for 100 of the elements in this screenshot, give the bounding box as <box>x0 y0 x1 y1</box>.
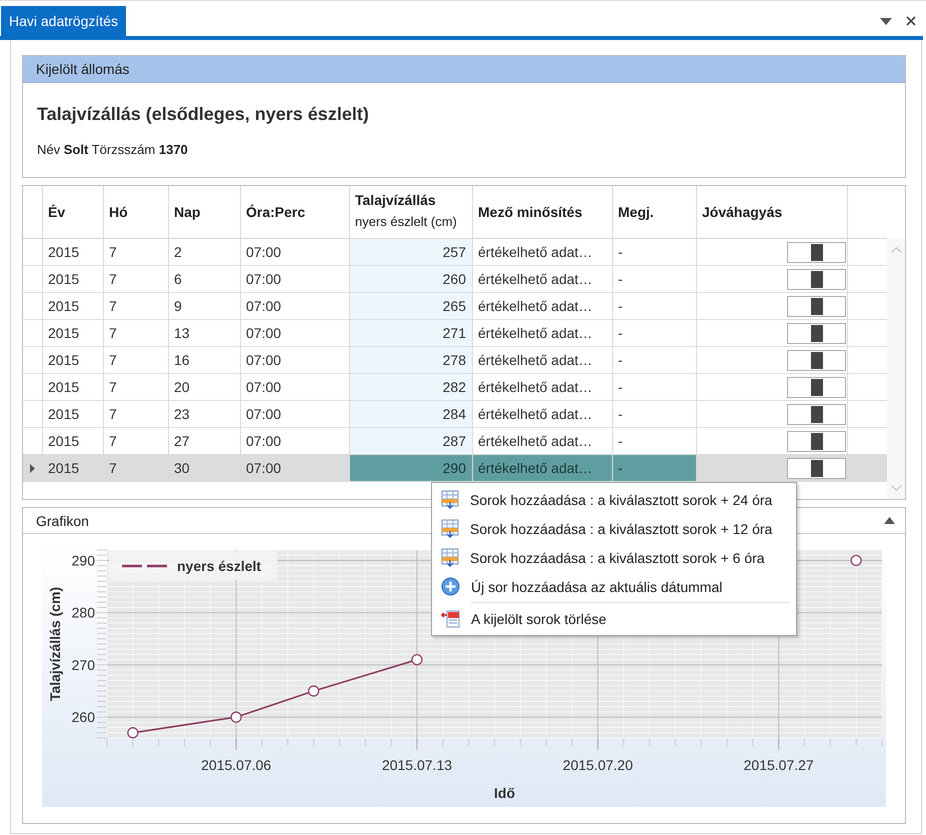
panel-title: Grafikon <box>36 512 89 528</box>
column-header[interactable]: Talajvízállás <box>355 192 467 208</box>
table-cell: 6 <box>169 266 241 292</box>
table-cell: 257 <box>350 239 473 265</box>
table-cell: értékelhető adat… <box>473 374 613 400</box>
y-tick-label: 280 <box>72 604 95 621</box>
approval-toggle[interactable] <box>787 404 846 424</box>
table-row[interactable]: 2015 7 30 07:00 290 értékelhető adat… - <box>23 455 887 482</box>
station-title: Talajvízállás (elsődleges, nyers észlelt) <box>37 104 370 125</box>
column-header[interactable]: Jóváhagyás <box>702 204 842 220</box>
table-cell: 290 <box>350 455 473 481</box>
table-row[interactable]: 2015 7 13 07:00 271 értékelhető adat… - <box>23 320 887 347</box>
station-info: Név Solt Törzsszám 1370 <box>37 142 189 157</box>
y-axis-label: Talajvízállás (cm) <box>47 586 63 702</box>
table-cell: 265 <box>350 293 473 319</box>
table-cell: 2 <box>169 239 241 265</box>
table-row[interactable]: 2015 7 16 07:00 278 értékelhető adat… - <box>23 347 887 374</box>
y-tick-label: 270 <box>72 656 95 673</box>
column-header[interactable]: Mező minősítés <box>478 204 607 220</box>
table-cell: 284 <box>350 401 473 427</box>
table-cell: 2015 <box>43 455 104 481</box>
table-cell: 7 <box>104 428 169 454</box>
approval-toggle[interactable] <box>787 376 846 398</box>
table-cell: - <box>613 401 697 427</box>
dropdown-icon[interactable] <box>880 18 892 24</box>
table-cell: értékelhető adat… <box>473 320 613 346</box>
table-cell: értékelhető adat… <box>473 347 613 373</box>
table-row[interactable]: 2015 7 2 07:00 257 értékelhető adat… - <box>23 239 887 266</box>
table-cell: 287 <box>350 428 473 454</box>
approval-toggle[interactable] <box>787 296 846 316</box>
y-tick-label: 260 <box>72 709 95 726</box>
legend-swatch <box>122 564 167 568</box>
column-header[interactable]: Nap <box>174 204 235 220</box>
x-tick-label: 2015.07.27 <box>744 757 814 773</box>
table-cell: 20 <box>169 374 241 400</box>
table-row[interactable]: 2015 7 9 07:00 265 értékelhető adat… - <box>23 293 887 320</box>
approval-toggle[interactable] <box>787 322 846 344</box>
table-cell: 16 <box>169 347 241 373</box>
column-subtitle: nyers észlelt (cm) <box>355 214 458 229</box>
table-cell: 278 <box>350 347 473 373</box>
column-header[interactable]: Év <box>48 204 98 220</box>
table-cell: 7 <box>104 374 169 400</box>
legend-label: nyers észlelt <box>177 558 262 574</box>
tab[interactable]: Havi adatrögzítés <box>1 6 126 36</box>
table-cell: értékelhető adat… <box>473 455 613 481</box>
table-cell: - <box>613 455 697 481</box>
table-row[interactable]: 2015 7 6 07:00 260 értékelhető adat… - <box>23 266 887 293</box>
table-cell: 260 <box>350 266 473 292</box>
approval-toggle[interactable] <box>787 242 846 262</box>
menu-item[interactable]: Sorok hozzáadása : a kiválasztott sorok + 24 óra <box>432 485 796 514</box>
table-cell: 282 <box>350 374 473 400</box>
approval-toggle[interactable] <box>787 350 846 370</box>
table-cell: 2015 <box>43 347 104 373</box>
table-cell: - <box>613 293 697 319</box>
approval-toggle[interactable] <box>787 458 846 478</box>
table-cell: 9 <box>169 293 241 319</box>
list-remove-icon <box>441 609 460 628</box>
table-cell: 27 <box>169 428 241 454</box>
table-cell: - <box>613 374 697 400</box>
menu-item[interactable]: A kijelölt sorok törlése <box>432 604 796 633</box>
table-cell: 7 <box>104 266 169 292</box>
table-cell: értékelhető adat… <box>473 428 613 454</box>
table-cell: 7 <box>104 455 169 481</box>
table-cell: 30 <box>169 455 241 481</box>
table-row[interactable]: 2015 7 23 07:00 284 értékelhető adat… - <box>23 401 887 428</box>
table-cell: - <box>613 347 697 373</box>
menu-item[interactable]: Új sor hozzáadása az aktuális dátummal <box>432 572 796 601</box>
table-cell: - <box>613 428 697 454</box>
panel-header: Kijelölt állomás <box>23 56 905 83</box>
current-row-icon <box>30 464 35 472</box>
column-header[interactable]: Hó <box>109 204 163 220</box>
table-cell: 2015 <box>43 428 104 454</box>
table-cell: 7 <box>104 347 169 373</box>
close-icon[interactable] <box>906 16 916 26</box>
menu-item[interactable]: Sorok hozzáadása : a kiválasztott sorok + 12 óra <box>432 514 796 543</box>
table-cell: 7 <box>104 320 169 346</box>
table-cell: értékelhető adat… <box>473 293 613 319</box>
table-cell: 271 <box>350 320 473 346</box>
x-axis-label: Idő <box>494 785 515 801</box>
table-icon <box>441 490 459 509</box>
table-row[interactable]: 2015 7 20 07:00 282 értékelhető adat… - <box>23 374 887 401</box>
table-cell: 7 <box>104 239 169 265</box>
collapse-icon[interactable] <box>884 517 895 524</box>
table-cell: 2015 <box>43 374 104 400</box>
approval-toggle[interactable] <box>787 268 846 290</box>
x-tick-label: 2015.07.20 <box>562 757 633 773</box>
table-cell: értékelhető adat… <box>473 266 613 292</box>
column-header[interactable]: Óra:Perc <box>246 204 344 220</box>
plus-circle-icon <box>441 577 460 596</box>
menu-item[interactable]: Sorok hozzáadása : a kiválasztott sorok + 6 óra <box>432 543 796 572</box>
table-cell: - <box>613 266 697 292</box>
table-cell: 13 <box>169 320 241 346</box>
table-icon <box>441 519 459 538</box>
table-cell: értékelhető adat… <box>473 401 613 427</box>
table-cell: 2015 <box>43 266 104 292</box>
table-icon <box>441 548 459 567</box>
table-cell: 2015 <box>43 239 104 265</box>
approval-toggle[interactable] <box>787 430 846 452</box>
table-cell: 23 <box>169 401 241 427</box>
column-header[interactable]: Megj. <box>618 204 691 220</box>
